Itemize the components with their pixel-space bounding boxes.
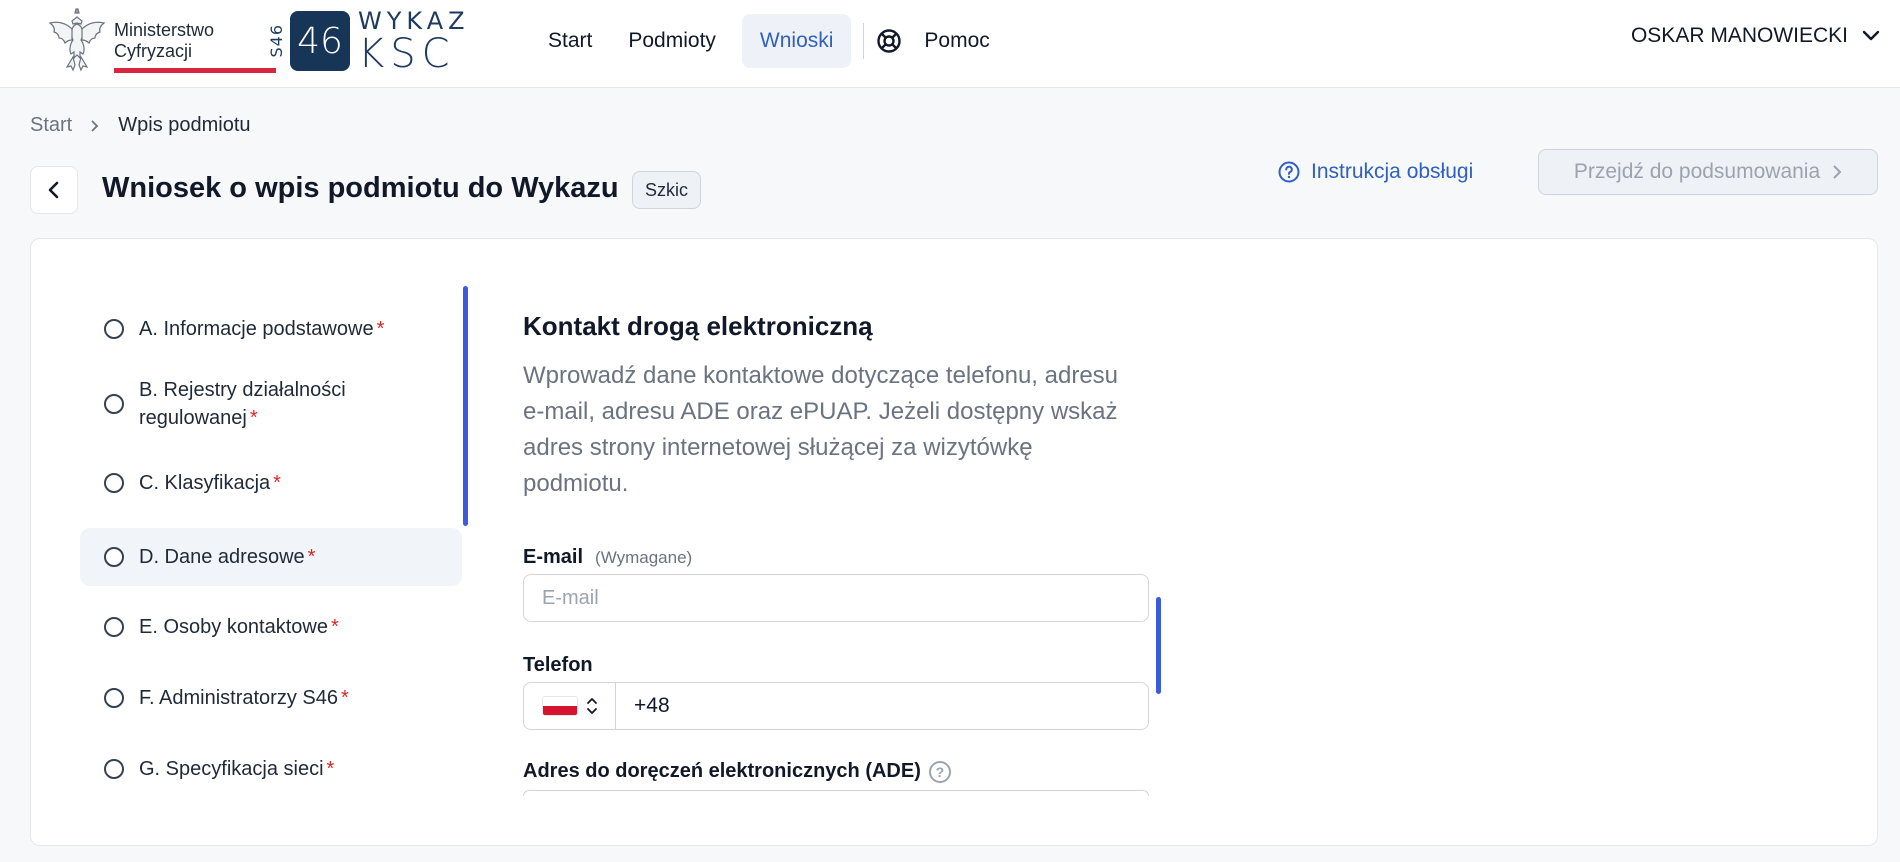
main-nav: Start Podmioty Wnioski Pomoc bbox=[530, 14, 1008, 68]
user-name: OSKAR MANOWIECKI bbox=[1630, 24, 1848, 47]
back-button[interactable] bbox=[30, 166, 78, 214]
nav-podmioty[interactable]: Podmioty bbox=[610, 14, 734, 68]
required-asterisk: * bbox=[330, 616, 339, 638]
lifebuoy-icon bbox=[877, 29, 902, 53]
step-item-a[interactable]: A. Informacje podstawowe * bbox=[80, 300, 462, 358]
required-asterisk: * bbox=[340, 687, 349, 709]
required-asterisk: * bbox=[326, 758, 335, 780]
step-radio bbox=[104, 319, 124, 339]
ksc-logo[interactable]: S46 46 WYKAZ KSC bbox=[267, 8, 470, 74]
form-scrollbar[interactable] bbox=[1156, 597, 1161, 694]
step-radio bbox=[104, 617, 124, 637]
step-label: B. Rejestry działalności regulowanej bbox=[139, 379, 346, 429]
ade-input[interactable] bbox=[523, 790, 1149, 796]
phone-label: Telefon bbox=[523, 654, 593, 676]
step-item-g[interactable]: G. Specyfikacja sieci * bbox=[80, 740, 462, 798]
nav-start[interactable]: Start bbox=[530, 14, 610, 68]
chevron-down-icon bbox=[1862, 30, 1880, 41]
step-item-e[interactable]: E. Osoby kontaktowe * bbox=[80, 598, 462, 656]
summary-button[interactable]: Przejdź do podsumowania bbox=[1538, 149, 1878, 195]
chevron-right-icon bbox=[91, 119, 99, 132]
form-section-description: Wprowadź dane kontaktowe dotyczące telef… bbox=[523, 362, 1119, 497]
step-radio bbox=[104, 473, 124, 493]
step-label: G. Specyfikacja sieci bbox=[139, 758, 324, 780]
step-radio bbox=[104, 394, 124, 414]
breadcrumb: Start Wpis podmiotu bbox=[30, 114, 251, 137]
poland-flag-icon bbox=[541, 696, 578, 716]
required-asterisk: * bbox=[307, 546, 316, 568]
top-header: Ministerstwo Cyfryzacji S46 46 WYKAZ KSC… bbox=[0, 0, 1900, 88]
chevron-up-down-icon bbox=[586, 698, 597, 714]
required-asterisk: * bbox=[273, 472, 281, 494]
email-required-hint: (Wymagane) bbox=[595, 547, 693, 567]
step-label: A. Informacje podstawowe bbox=[139, 318, 374, 340]
required-asterisk: * bbox=[249, 407, 258, 429]
ministry-logo[interactable]: Ministerstwo Cyfryzacji bbox=[44, 6, 276, 76]
required-asterisk: * bbox=[376, 318, 385, 340]
step-label: D. Dane adresowe bbox=[139, 546, 305, 568]
step-item-b[interactable]: B. Rejestry działalności regulowanej * bbox=[80, 368, 462, 440]
instructions-link[interactable]: Instrukcja obsługi bbox=[1277, 158, 1473, 186]
step-item-f[interactable]: F. Administratorzy S46 * bbox=[80, 669, 462, 727]
step-item-c[interactable]: C. Klasyfikacja * bbox=[80, 454, 462, 512]
step-label: C. Klasyfikacja bbox=[139, 472, 271, 494]
step-label: F. Administratorzy S46 bbox=[139, 687, 338, 709]
user-menu[interactable]: OSKAR MANOWIECKI bbox=[1631, 24, 1880, 48]
ksc-wordmark: WYKAZ KSC bbox=[358, 8, 470, 74]
email-label-text: E-mail bbox=[523, 546, 584, 568]
email-label: E-mail (Wymagane) bbox=[523, 546, 692, 569]
nav-help[interactable]: Pomoc bbox=[876, 14, 1007, 68]
breadcrumb-current: Wpis podmiotu bbox=[118, 114, 251, 136]
eagle-emblem-icon bbox=[48, 8, 106, 72]
ministry-line2: Cyfryzacji bbox=[114, 41, 193, 61]
status-badge: Szkic bbox=[632, 171, 702, 209]
step-label: E. Osoby kontaktowe bbox=[139, 616, 328, 638]
chevron-left-icon bbox=[48, 181, 59, 199]
summary-button-label: Przejdź do podsumowania bbox=[1573, 160, 1821, 183]
ksc-word-ksc: KSC bbox=[358, 31, 456, 77]
phone-input[interactable] bbox=[616, 683, 1148, 729]
ministry-line1: Ministerstwo bbox=[114, 20, 215, 40]
ade-label: Adres do doręczeń elektronicznych (ADE) … bbox=[523, 760, 951, 783]
nav-help-label: Pomoc bbox=[924, 29, 990, 52]
ministry-name: Ministerstwo Cyfryzacji bbox=[114, 20, 214, 62]
nav-wnioski[interactable]: Wnioski bbox=[741, 14, 852, 68]
page-title: Wniosek o wpis podmiotu do Wykazu bbox=[102, 172, 619, 204]
steps-scrollbar[interactable] bbox=[463, 286, 468, 526]
phone-field bbox=[523, 682, 1149, 730]
instructions-label: Instrukcja obsługi bbox=[1311, 160, 1474, 183]
help-circle-icon bbox=[1278, 161, 1300, 183]
ksc-vertical-text: S46 bbox=[267, 24, 286, 58]
step-radio bbox=[104, 759, 124, 779]
ksc-logo-box: 46 bbox=[290, 11, 350, 71]
breadcrumb-start[interactable]: Start bbox=[30, 114, 72, 137]
step-radio bbox=[104, 688, 124, 708]
question-mark-icon[interactable]: ? bbox=[928, 760, 951, 783]
form-section-title: Kontakt drogą elektroniczną bbox=[523, 311, 873, 341]
country-select[interactable] bbox=[524, 683, 616, 729]
ministry-red-line bbox=[114, 68, 276, 73]
email-input[interactable] bbox=[523, 574, 1149, 622]
ade-label-text: Adres do doręczeń elektronicznych (ADE) bbox=[523, 760, 921, 782]
nav-divider bbox=[863, 23, 865, 59]
step-radio bbox=[104, 547, 124, 567]
step-item-d[interactable]: D. Dane adresowe * bbox=[80, 528, 462, 586]
chevron-right-icon bbox=[1833, 165, 1842, 179]
